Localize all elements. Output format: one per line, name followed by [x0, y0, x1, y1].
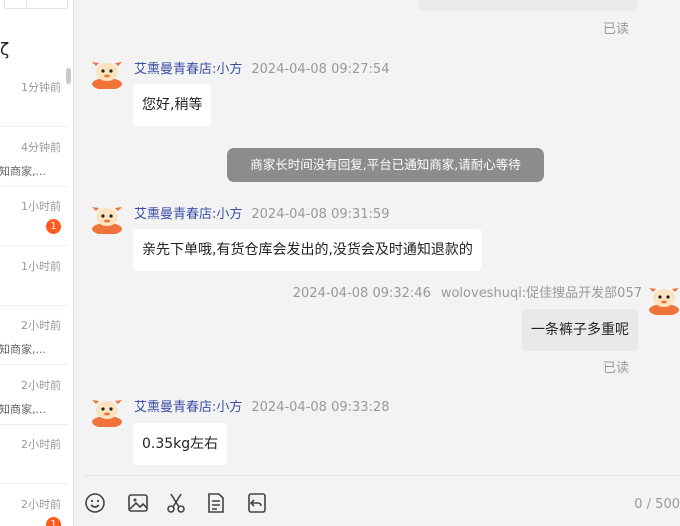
scissors-icon[interactable]: [164, 491, 188, 515]
conversation-item[interactable]: 2小时前 知商家,...: [0, 365, 68, 425]
conversation-time: 2小时前: [21, 438, 61, 451]
conversation-time: 1分钟前: [21, 81, 61, 94]
conversation-time: 2小时前: [21, 379, 61, 392]
order-icon[interactable]: [204, 491, 228, 515]
conversation-item[interactable]: 4分钟前 知商家,...: [0, 127, 68, 187]
read-status: 已读: [603, 361, 630, 376]
undo-icon[interactable]: [245, 491, 269, 515]
sidebar-title: ζ: [0, 40, 10, 60]
unread-badge: 1: [46, 219, 61, 234]
message-time: 2024-04-08 09:33:28: [251, 400, 390, 415]
message-header: 艾熏曼青春店:小方 2024-04-08 09:33:28: [134, 396, 389, 415]
shop-avatar-icon: [92, 207, 122, 234]
emoji-icon[interactable]: [83, 491, 107, 515]
sidebar-tab[interactable]: [26, 0, 68, 9]
conversation-preview: 知商家,...: [0, 165, 46, 178]
message-header: 艾熏曼青春店:小方 2024-04-08 09:31:59: [134, 203, 389, 222]
conversation-time: 2小时前: [21, 319, 61, 332]
read-status: 已读: [603, 22, 630, 37]
image-icon[interactable]: [126, 491, 150, 515]
conversation-time: 1小时前: [21, 260, 61, 273]
system-notice: 商家长时间没有回复,平台已通知商家,请耐心等待: [227, 148, 544, 182]
conversation-preview: 知商家,...: [0, 343, 46, 356]
unread-badge: 1: [46, 517, 61, 526]
conversation-item[interactable]: 1小时前 1: [0, 186, 68, 246]
chat-panel: 已读 艾熏曼青春店:小方 2024-04-08 09:27:54 您好,稍等 商家…: [74, 0, 680, 526]
message-bubble: 0.35kg左右: [133, 423, 228, 465]
conversation-item[interactable]: 2小时前: [0, 424, 68, 484]
message-bubble: 亲先下单哦,有货仓库会发出的,没货会及时通知退款的: [133, 229, 482, 271]
conversation-item[interactable]: 1分钟前: [0, 67, 68, 127]
conversation-time: 1小时前: [21, 200, 61, 213]
conversation-item[interactable]: 2小时前 1: [0, 484, 68, 526]
message-time: 2024-04-08 09:31:59: [251, 207, 390, 222]
message-time: 2024-04-08 09:27:54: [251, 62, 390, 77]
conversation-time: 4分钟前: [21, 141, 61, 154]
input-toolbar: [74, 476, 680, 526]
sender-name[interactable]: 艾熏曼青春店:小方: [134, 400, 242, 415]
my-message-bubble: 一条裤子多重呢: [522, 309, 638, 351]
shop-avatar-icon: [92, 62, 122, 89]
sender-name[interactable]: 艾熏曼青春店:小方: [134, 207, 242, 222]
conversation-item[interactable]: 1小时前: [0, 246, 68, 306]
shop-avatar-icon: [92, 400, 122, 427]
my-message-header: 2024-04-08 09:32:46 woloveshuqi:促佳搜品开发部05…: [293, 282, 642, 301]
sidebar-tabs: [0, 0, 73, 9]
conversation-sidebar: ζ 1分钟前 4分钟前 知商家,... 1小时前 1 1小时前 2小时前 知商家…: [0, 0, 74, 526]
message-header: 艾熏曼青春店:小方 2024-04-08 09:27:54: [134, 58, 389, 77]
sender-name[interactable]: 艾熏曼青春店:小方: [134, 62, 242, 77]
conversation-item[interactable]: 2小时前 知商家,...: [0, 305, 68, 365]
previous-message-bubble: [418, 0, 637, 11]
message-time: 2024-04-08 09:32:46: [292, 286, 431, 301]
conversation-preview: 知商家,...: [0, 403, 46, 416]
conversation-time: 2小时前: [21, 498, 61, 511]
message-bubble: 您好,稍等: [133, 84, 212, 126]
sidebar-tab[interactable]: [4, 0, 28, 9]
user-avatar-icon: [649, 288, 679, 315]
my-name: woloveshuqi:促佳搜品开发部057: [440, 286, 642, 301]
char-counter: 0 / 500: [634, 497, 680, 512]
